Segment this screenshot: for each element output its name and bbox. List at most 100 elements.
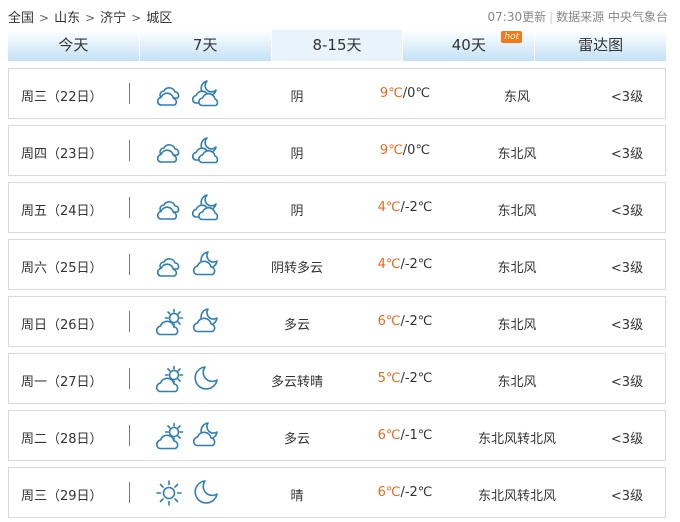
row-divider [129, 311, 130, 332]
tab-label: 8-15天 [312, 36, 362, 54]
temp-high: 6℃ [377, 314, 401, 329]
temperature: 9℃/0℃ [357, 143, 453, 158]
moon-cloud-icon [190, 306, 220, 336]
forecast-day: 周三（29日） [21, 489, 103, 504]
tab-today[interactable]: 今天 [8, 30, 140, 61]
forecast-list: 周三（22日）阴 9℃/0℃ 东风 <3级 周四（23日）阴 9℃/0℃ 东北风 <3级 周五（… [8, 68, 666, 522]
temp-low: /-2℃ [400, 371, 433, 386]
temperature: 4℃/-2℃ [357, 200, 453, 215]
temperature: 9℃/0℃ [357, 86, 453, 101]
breadcrumb: 全国 > 山东 > 济宁 > 城区 [8, 7, 172, 26]
row-divider [129, 482, 130, 503]
sun-icon [154, 478, 184, 508]
tab-8-15-days[interactable]: 8-15天 [271, 30, 404, 61]
cloudy-moon-icon [190, 78, 220, 108]
temp-low: /-2℃ [400, 485, 433, 500]
forecast-row[interactable]: 周五（24日） 阴 4℃/-2℃ 东北风 <3级 [8, 182, 666, 233]
wind-direction: 东北风 [497, 261, 537, 276]
cloudy-icon [154, 250, 184, 280]
breadcrumb-separator: > [85, 11, 96, 25]
moon-icon [190, 477, 220, 507]
temp-low: /0℃ [402, 143, 431, 158]
wind-direction: 东风 [503, 90, 530, 105]
temp-high: 9℃ [379, 86, 403, 101]
cloudy-icon [154, 136, 184, 166]
forecast-row[interactable]: 周四（23日） 阴 9℃/0℃ 东北风 <3级 [8, 125, 666, 176]
hot-badge: hot [501, 31, 523, 43]
sun-cloud-icon [154, 307, 184, 337]
wind-direction: 东北风 [497, 375, 537, 390]
forecast-day: 周一（27日） [21, 375, 103, 390]
sun-cloud-icon [154, 421, 184, 451]
temp-low: /-2℃ [400, 314, 433, 329]
breadcrumb-separator: > [39, 11, 50, 25]
breadcrumb-province[interactable]: 山东 [54, 11, 80, 26]
tab-label: 7天 [192, 36, 218, 54]
forecast-day: 周四（23日） [21, 147, 103, 162]
forecast-row[interactable]: 周二（28日） 多云 6℃/-1℃ 东北风转北风 <3级 [8, 410, 666, 461]
forecast-tabs: 今天 7天 8-15天 40天 hot 雷达图 [8, 30, 666, 61]
temperature: 6℃/-2℃ [357, 314, 453, 329]
moon-cloud-icon [190, 249, 220, 279]
tab-label: 雷达图 [578, 36, 624, 54]
temperature: 4℃/-2℃ [357, 257, 453, 272]
forecast-day: 周六（25日） [21, 261, 103, 276]
temp-low: /-1℃ [400, 428, 433, 443]
data-source: 数据来源 中央气象台 [556, 10, 668, 24]
tab-7-days[interactable]: 7天 [139, 30, 272, 61]
row-divider [129, 140, 130, 161]
weather-text: 多云 [283, 318, 310, 333]
wind-level: <3级 [610, 261, 644, 276]
moon-icon [190, 363, 220, 393]
row-divider [129, 83, 130, 104]
forecast-day: 周三（22日） [21, 90, 103, 105]
weather-text: 阴 [290, 204, 304, 219]
wind-direction: 东北风 [497, 204, 537, 219]
update-info: 07:30更新 | 数据来源 中央气象台 [487, 10, 668, 24]
temp-low: /-2℃ [400, 257, 433, 272]
wind-direction: 东北风转北风 [477, 432, 556, 447]
weather-text: 多云 [283, 432, 310, 447]
temp-high: 6℃ [377, 428, 401, 443]
cloudy-moon-icon [190, 192, 220, 222]
wind-level: <3级 [610, 432, 644, 447]
tab-40-days[interactable]: 40天 hot [403, 30, 536, 61]
row-divider [129, 254, 130, 275]
moon-cloud-icon [190, 420, 220, 450]
forecast-row[interactable]: 周一（27日） 多云转晴 5℃/-2℃ 东北风 <3级 [8, 353, 666, 404]
temperature: 6℃/-2℃ [357, 485, 453, 500]
tab-label: 40天 [451, 36, 486, 54]
breadcrumb-country[interactable]: 全国 [8, 11, 34, 26]
wind-level: <3级 [610, 375, 644, 390]
row-divider [129, 368, 130, 389]
temp-high: 4℃ [377, 200, 401, 215]
temp-low: /0℃ [402, 86, 431, 101]
wind-direction: 东北风 [497, 147, 537, 162]
breadcrumb-separator: > [131, 11, 142, 25]
tab-radar[interactable]: 雷达图 [535, 30, 666, 61]
forecast-row[interactable]: 周三（29日） 晴 6℃/-2℃ 东北风转北风 <3级 [8, 467, 666, 518]
sun-cloud-icon [154, 364, 184, 394]
wind-level: <3级 [610, 489, 644, 504]
forecast-day: 周五（24日） [21, 204, 103, 219]
temp-low: /-2℃ [400, 200, 433, 215]
temp-high: 6℃ [377, 485, 401, 500]
row-divider [129, 425, 130, 446]
tab-label: 今天 [58, 36, 89, 54]
temperature: 5℃/-2℃ [357, 371, 453, 386]
weather-text: 阴 [290, 147, 304, 162]
wind-level: <3级 [610, 318, 644, 333]
breadcrumb-city[interactable]: 济宁 [100, 11, 126, 26]
wind-level: <3级 [610, 204, 644, 219]
row-divider [129, 197, 130, 218]
wind-level: <3级 [610, 147, 644, 162]
cloudy-icon [154, 193, 184, 223]
wind-direction: 东北风 [497, 318, 537, 333]
forecast-row[interactable]: 周日（26日） 多云 6℃/-2℃ 东北风 <3级 [8, 296, 666, 347]
forecast-day: 周日（26日） [21, 318, 103, 333]
weather-text: 多云转晴 [270, 375, 323, 390]
weather-text: 晴 [290, 489, 304, 504]
forecast-row[interactable]: 周六（25日） 阴转多云 4℃/-2℃ 东北风 <3级 [8, 239, 666, 290]
forecast-row[interactable]: 周三（22日） 阴 9℃/0℃ 东风 <3级 [8, 68, 666, 119]
wind-direction: 东北风转北风 [477, 489, 556, 504]
